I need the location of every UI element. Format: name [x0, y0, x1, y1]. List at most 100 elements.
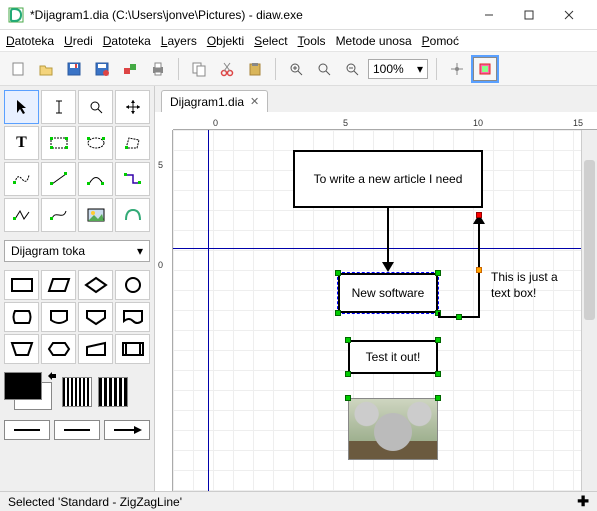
- separator: [436, 58, 437, 80]
- maximize-button[interactable]: [509, 1, 549, 29]
- tab-label: Dijagram1.dia: [170, 95, 244, 109]
- fg-bg-swatch[interactable]: [4, 372, 56, 412]
- shape-io[interactable]: [41, 270, 76, 300]
- flow-box-text: New software: [352, 286, 425, 300]
- flow-box-2[interactable]: New software: [338, 273, 438, 313]
- close-button[interactable]: [549, 1, 589, 29]
- chevron-down-icon: ▾: [137, 244, 143, 258]
- menu-objekti[interactable]: Objekti: [207, 34, 244, 48]
- resize-handle[interactable]: [335, 310, 341, 316]
- snap-grid-button[interactable]: [445, 57, 469, 81]
- pointer-tool[interactable]: [4, 90, 39, 124]
- print-button[interactable]: [146, 57, 170, 81]
- separator: [178, 58, 179, 80]
- magnify-tool[interactable]: [78, 90, 113, 124]
- ruler-tick: 10: [473, 118, 483, 128]
- box-tool[interactable]: [41, 126, 76, 160]
- menu-select[interactable]: Select: [254, 34, 287, 48]
- menu-uredi[interactable]: Uredi: [64, 34, 93, 48]
- zoom-out-button[interactable]: [340, 57, 364, 81]
- zoom-button[interactable]: [312, 57, 336, 81]
- save-as-button[interactable]: [90, 57, 114, 81]
- shape-process[interactable]: [4, 270, 39, 300]
- diagram-canvas[interactable]: To write a new article I need New softwa…: [173, 130, 581, 491]
- waypoint-handle[interactable]: [456, 314, 462, 320]
- line-tool[interactable]: [41, 162, 76, 196]
- end-arrow-style[interactable]: [104, 420, 150, 440]
- shape-transaction[interactable]: [41, 302, 76, 332]
- embedded-image[interactable]: [348, 398, 438, 460]
- beziergon-tool[interactable]: [4, 162, 39, 196]
- snap-object-button[interactable]: [473, 57, 497, 81]
- zoom-in-button[interactable]: [284, 57, 308, 81]
- scroll-tool[interactable]: [115, 90, 150, 124]
- resize-handle[interactable]: [335, 270, 341, 276]
- horizontal-ruler[interactable]: 0 5 10 15: [173, 112, 597, 130]
- line-pattern-1[interactable]: [62, 377, 92, 407]
- document-tab[interactable]: Dijagram1.dia ✕: [161, 90, 268, 112]
- shape-manual-op[interactable]: [4, 334, 39, 364]
- shape-connector[interactable]: [115, 270, 150, 300]
- add-tab-button[interactable]: ✚: [577, 493, 589, 510]
- text-edit-tool[interactable]: [41, 90, 76, 124]
- menu-tools[interactable]: Tools: [298, 34, 326, 48]
- ruler-tick: 15: [573, 118, 583, 128]
- arrow-connector[interactable]: [387, 208, 389, 264]
- shape-preparation[interactable]: [41, 334, 76, 364]
- shape-manual-input[interactable]: [78, 334, 113, 364]
- menu-pomoc[interactable]: Pomoć: [422, 34, 459, 48]
- save-button[interactable]: [62, 57, 86, 81]
- shape-document[interactable]: [115, 302, 150, 332]
- resize-handle[interactable]: [435, 395, 441, 401]
- zigzag-tool[interactable]: [115, 162, 150, 196]
- vertical-ruler[interactable]: 5 0: [155, 130, 173, 491]
- flow-box-text: To write a new article I need: [314, 172, 463, 186]
- line-dash-style[interactable]: [54, 420, 100, 440]
- copy-button[interactable]: [187, 57, 211, 81]
- minimize-button[interactable]: [469, 1, 509, 29]
- scrollbar-thumb[interactable]: [584, 160, 595, 320]
- image-tool[interactable]: [78, 198, 113, 232]
- shape-decision[interactable]: [78, 270, 113, 300]
- waypoint-handle[interactable]: [476, 267, 482, 273]
- text-tool[interactable]: T: [4, 126, 39, 160]
- zoom-combo[interactable]: 100%▾: [368, 59, 428, 79]
- arc-tool[interactable]: [78, 162, 113, 196]
- guide-horizontal[interactable]: [173, 248, 581, 249]
- shape-offpage[interactable]: [78, 302, 113, 332]
- resize-handle[interactable]: [345, 395, 351, 401]
- close-tab-icon[interactable]: ✕: [250, 95, 259, 108]
- outline-tool[interactable]: [115, 198, 150, 232]
- text-annotation[interactable]: This is just a text box!: [491, 270, 571, 301]
- line-pattern-2[interactable]: [98, 377, 128, 407]
- shape-predefined[interactable]: [115, 334, 150, 364]
- polyline-tool[interactable]: [4, 198, 39, 232]
- flow-box-3[interactable]: Test it out!: [348, 340, 438, 374]
- resize-handle[interactable]: [435, 270, 441, 276]
- resize-handle[interactable]: [345, 337, 351, 343]
- polygon-tool[interactable]: [115, 126, 150, 160]
- menu-layers[interactable]: Layers: [161, 34, 197, 48]
- sheet-selector[interactable]: Dijagram toka ▾: [4, 240, 150, 262]
- paste-button[interactable]: [243, 57, 267, 81]
- line-style-row: [0, 416, 154, 444]
- resize-handle[interactable]: [345, 371, 351, 377]
- resize-handle[interactable]: [435, 371, 441, 377]
- main-toolbar: 100%▾: [0, 52, 597, 86]
- menu-metode-unosa[interactable]: Metode unosa: [336, 34, 412, 48]
- flow-box-1[interactable]: To write a new article I need: [293, 150, 483, 208]
- menu-datoteka[interactable]: Datoteka: [6, 34, 54, 48]
- connection-handle[interactable]: [476, 212, 482, 218]
- shape-display[interactable]: [4, 302, 39, 332]
- menu-datoteka-2[interactable]: Datoteka: [103, 34, 151, 48]
- bezier-tool[interactable]: [41, 198, 76, 232]
- new-file-button[interactable]: [6, 57, 30, 81]
- export-button[interactable]: [118, 57, 142, 81]
- guide-vertical[interactable]: [208, 130, 209, 491]
- resize-handle[interactable]: [435, 337, 441, 343]
- vertical-scrollbar[interactable]: [581, 130, 597, 491]
- cut-button[interactable]: [215, 57, 239, 81]
- start-arrow-style[interactable]: [4, 420, 50, 440]
- ellipse-tool[interactable]: [78, 126, 113, 160]
- open-file-button[interactable]: [34, 57, 58, 81]
